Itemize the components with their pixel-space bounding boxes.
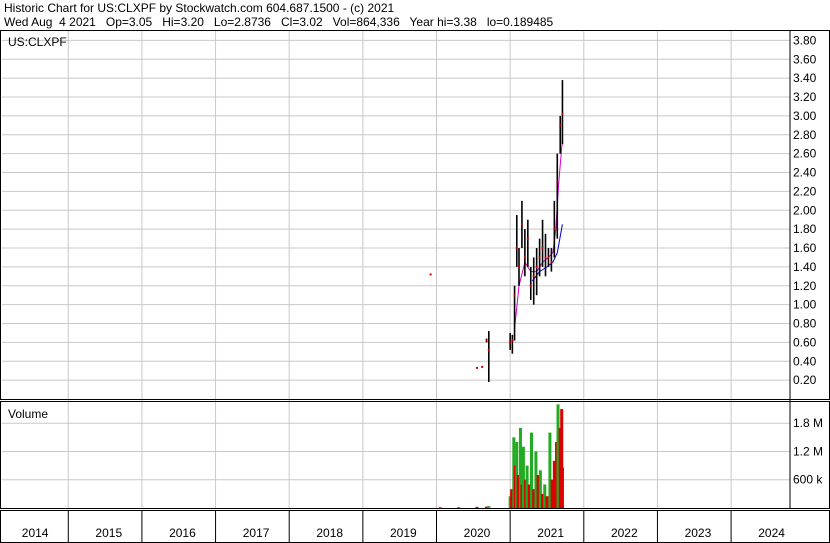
volume-tick-label: 600 k [793, 473, 823, 487]
close-point [541, 247, 544, 250]
close-point [529, 284, 532, 287]
close-point [429, 273, 432, 276]
close-point [485, 339, 488, 342]
close-point [561, 113, 564, 116]
x-tick-label: 2015 [95, 526, 122, 540]
x-tick-label: 2018 [316, 526, 343, 540]
close-point [547, 256, 550, 259]
price-panel-title: US:CLXPF [8, 35, 67, 49]
volume-bar [545, 496, 549, 508]
x-tick-label: 2014 [22, 526, 49, 540]
close-point [559, 124, 562, 127]
close-point [550, 261, 553, 264]
close-point [544, 256, 547, 259]
price-tick-label: 2.40 [793, 166, 817, 180]
price-tick-label: 3.40 [793, 71, 817, 85]
close-point [476, 366, 479, 369]
price-tick-label: 1.60 [793, 241, 817, 255]
volume-bar [438, 507, 442, 509]
price-tick-label: 2.20 [793, 184, 817, 198]
price-tick-label: 2.60 [793, 147, 817, 161]
price-tick-label: 3.60 [793, 52, 817, 66]
close-point [515, 247, 518, 250]
chart-frame [0, 30, 830, 543]
close-point [513, 294, 516, 297]
x-tick-label: 2023 [685, 526, 712, 540]
price-tick-label: 0.60 [793, 335, 817, 349]
close-point [526, 237, 529, 240]
stock-chart: 3.80 3.60 3.40 3.20 3.00 2.80 2.60 2.40 2.20 2.00… [0, 30, 830, 543]
price-tick-label: 2.00 [793, 203, 817, 217]
close-point [481, 365, 484, 368]
x-tick-label: 2022 [611, 526, 638, 540]
close-point [538, 256, 541, 259]
volume-panel-title: Volume [8, 407, 48, 421]
x-tick-label: 2020 [464, 526, 491, 540]
price-tick-label: 1.20 [793, 279, 817, 293]
close-point [556, 180, 559, 183]
volume-bar [475, 506, 479, 508]
price-series [429, 80, 564, 383]
close-point [553, 228, 556, 231]
x-tick-label: 2019 [390, 526, 417, 540]
price-tick-label: 1.40 [793, 260, 817, 274]
x-tick-label: 2017 [243, 526, 270, 540]
close-point [523, 256, 526, 259]
price-tick-label: 3.80 [793, 33, 817, 47]
grid-lines [2, 31, 790, 542]
price-tick-label: 0.40 [793, 354, 817, 368]
x-tick-label: 2021 [537, 526, 564, 540]
volume-tick-label: 1.2 M [793, 444, 823, 458]
price-tick-label: 3.20 [793, 90, 817, 104]
close-point [532, 275, 535, 278]
price-tick-label: 0.20 [793, 373, 817, 387]
volume-series [438, 404, 564, 509]
close-point [535, 265, 538, 268]
close-point [511, 339, 514, 342]
price-tick-label: 1.80 [793, 222, 817, 236]
close-point [509, 341, 512, 344]
volume-bar [457, 507, 461, 509]
price-tick-label: 2.80 [793, 128, 817, 142]
x-tick-label: 2024 [758, 526, 785, 540]
volume-tick-label: 1.8 M [793, 416, 823, 430]
close-point [520, 223, 523, 226]
x-tick-label: 2016 [169, 526, 196, 540]
price-panel-border [0, 30, 830, 400]
volume-bar [487, 506, 491, 508]
price-tick-label: 3.00 [793, 109, 817, 123]
volume-bar [560, 467, 564, 508]
volume-panel-border [0, 401, 830, 509]
close-point [517, 265, 520, 268]
close-point [487, 348, 490, 351]
price-tick-label: 0.80 [793, 317, 817, 331]
price-tick-label: 1.00 [793, 298, 817, 312]
